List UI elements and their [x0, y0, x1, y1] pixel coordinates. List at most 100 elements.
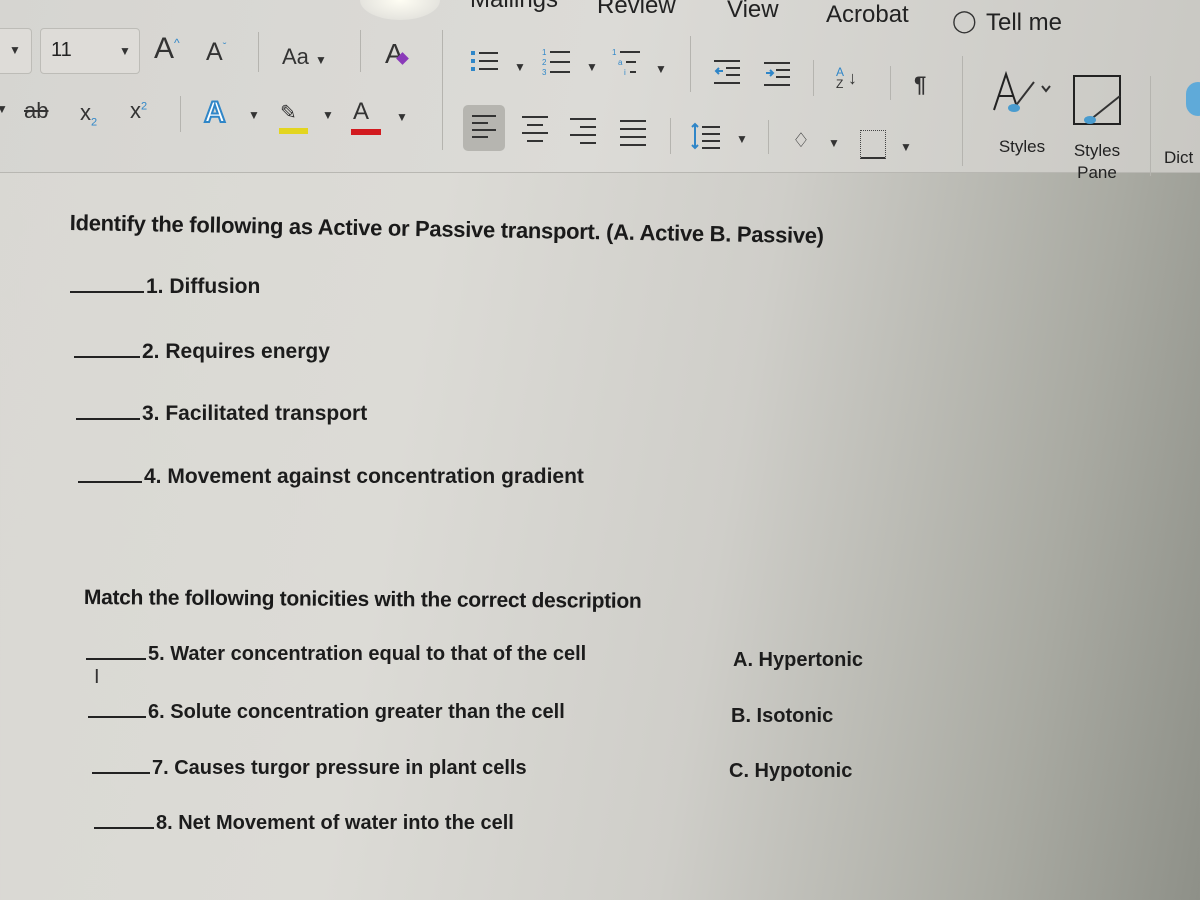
svg-text:1: 1 — [612, 48, 617, 57]
styles-pane-label-line2: Pane — [1077, 163, 1117, 182]
change-case-button[interactable]: Aa ▼ — [282, 44, 327, 70]
answer-blank[interactable] — [76, 417, 140, 420]
question-1: 1. Diffusion — [70, 275, 260, 299]
tab-acrobat[interactable]: Acrobat — [826, 1, 909, 29]
chevron-down-icon: ▼ — [315, 53, 327, 67]
answer-blank[interactable] — [74, 355, 140, 358]
tab-view[interactable]: View — [727, 0, 779, 24]
chevron-down-icon[interactable]: ▼ — [900, 140, 912, 154]
sort-button[interactable]: A Z ↓ — [836, 65, 857, 90]
separator — [690, 36, 691, 92]
align-center-icon — [522, 116, 548, 142]
styles-pane-icon — [1073, 75, 1121, 125]
answer-blank[interactable] — [78, 480, 142, 483]
separator — [1150, 76, 1151, 176]
question-4: 4. Movement against concentration gradie… — [78, 465, 584, 489]
chevron-down-icon[interactable]: ▼ — [396, 110, 408, 124]
font-size-dropdown[interactable]: 11 ▼ — [40, 28, 140, 74]
align-left-button[interactable] — [463, 105, 505, 151]
separator — [813, 60, 814, 96]
option-a: A. Hypertonic — [733, 649, 864, 671]
option-b: B. Isotonic — [731, 705, 834, 727]
align-left-icon — [472, 115, 496, 138]
superscript-button[interactable]: x2 — [130, 98, 147, 124]
clear-formatting-button[interactable]: A — [385, 38, 409, 70]
answer-blank[interactable] — [86, 657, 146, 660]
tab-review[interactable]: Review — [597, 0, 676, 20]
decrease-indent-button[interactable] — [714, 58, 742, 94]
multilevel-list-icon: 1ai — [612, 48, 640, 77]
multilevel-list-button[interactable]: 1ai — [612, 46, 642, 86]
chevron-down-icon[interactable]: ▼ — [655, 62, 667, 76]
styles-pane-label-line1: Styles — [1073, 141, 1121, 160]
option-c: C. Hypotonic — [729, 760, 853, 782]
tab-mailings[interactable]: Mailings — [470, 0, 558, 14]
chevron-down-icon[interactable]: ▼ — [586, 60, 598, 74]
text-cursor-icon: I — [94, 666, 100, 688]
styles-pane-label: Styles Pane — [1064, 140, 1130, 184]
styles-pane-button[interactable] — [1072, 74, 1124, 131]
eraser-icon — [395, 52, 409, 65]
font-name-dropdown[interactable]: ▼ — [0, 28, 32, 74]
separator — [890, 66, 891, 100]
chevron-down-icon[interactable]: ▼ — [736, 132, 748, 146]
justify-button[interactable] — [618, 118, 648, 157]
chevron-down-icon[interactable]: ▼ — [828, 136, 840, 150]
borders-button[interactable] — [860, 130, 886, 159]
show-formatting-button[interactable]: ¶ — [914, 72, 926, 98]
question-text: 3. Facilitated transport — [142, 402, 368, 425]
answer-blank[interactable] — [70, 290, 144, 293]
chevron-down-icon[interactable]: ▼ — [248, 108, 260, 122]
text-effects-button[interactable]: A — [203, 95, 227, 130]
font-color-button[interactable]: A — [353, 98, 369, 126]
separator — [670, 118, 671, 154]
styles-gallery-button[interactable] — [992, 70, 1052, 123]
line-spacing-button[interactable] — [690, 122, 722, 157]
increase-indent-icon — [764, 62, 790, 86]
align-right-button[interactable] — [568, 116, 598, 155]
shading-button[interactable]: ♢ — [792, 128, 810, 153]
highlight-button[interactable]: ✎ — [280, 100, 297, 125]
question-8: 8. Net Movement of water into the cell — [94, 812, 514, 835]
question-text: 4. Movement against concentration gradie… — [144, 465, 584, 488]
answer-blank[interactable] — [92, 771, 150, 774]
answer-blank[interactable] — [94, 826, 154, 829]
chevron-down-icon: ▼ — [119, 44, 131, 58]
bullets-button[interactable] — [470, 46, 500, 82]
question-2: 2. Requires energy — [74, 340, 330, 364]
svg-text:2: 2 — [542, 58, 547, 67]
change-case-label: Aa — [282, 44, 309, 69]
increase-indent-button[interactable] — [764, 60, 792, 96]
shrink-font-button[interactable]: Aˇ — [206, 38, 226, 67]
highlight-color-swatch — [279, 128, 308, 134]
separator — [768, 120, 769, 154]
microphone-icon[interactable] — [1186, 82, 1200, 116]
chevron-down-icon[interactable]: ▼ — [0, 102, 8, 116]
sort-az-icon: A — [836, 65, 845, 79]
svg-text:i: i — [624, 68, 626, 77]
section1-heading: Identify the following as Active or Pass… — [69, 210, 824, 249]
numbering-button[interactable]: 123 — [542, 46, 572, 86]
align-center-button[interactable] — [520, 114, 550, 153]
chevron-down-icon[interactable]: ▼ — [322, 108, 334, 122]
question-text: 7. Causes turgor pressure in plant cells — [152, 757, 527, 779]
tell-me-search[interactable]: Tell me — [986, 9, 1062, 37]
align-right-icon — [570, 118, 596, 144]
separator — [360, 30, 361, 72]
question-6: 6. Solute concentration greater than the… — [88, 701, 565, 724]
question-text: 2. Requires energy — [142, 340, 330, 363]
strikethrough-button[interactable]: ab — [24, 98, 48, 124]
chevron-down-icon[interactable]: ▼ — [514, 60, 526, 74]
styles-label: Styles — [998, 137, 1046, 156]
section2-heading: Match the following tonicities with the … — [83, 586, 642, 613]
separator — [442, 30, 443, 150]
ribbon: Mailings Review View Acrobat ◯ Tell me ▼… — [0, 0, 1200, 182]
subscript-button[interactable]: x2 — [80, 100, 97, 128]
question-5: 5. Water concentration equal to that of … — [86, 643, 586, 666]
grow-font-button[interactable]: A^ — [154, 32, 180, 66]
bullet-list-icon — [471, 51, 498, 71]
separator — [962, 56, 963, 166]
question-text: 8. Net Movement of water into the cell — [156, 812, 514, 834]
question-text: 1. Diffusion — [146, 275, 261, 298]
answer-blank[interactable] — [88, 715, 146, 718]
